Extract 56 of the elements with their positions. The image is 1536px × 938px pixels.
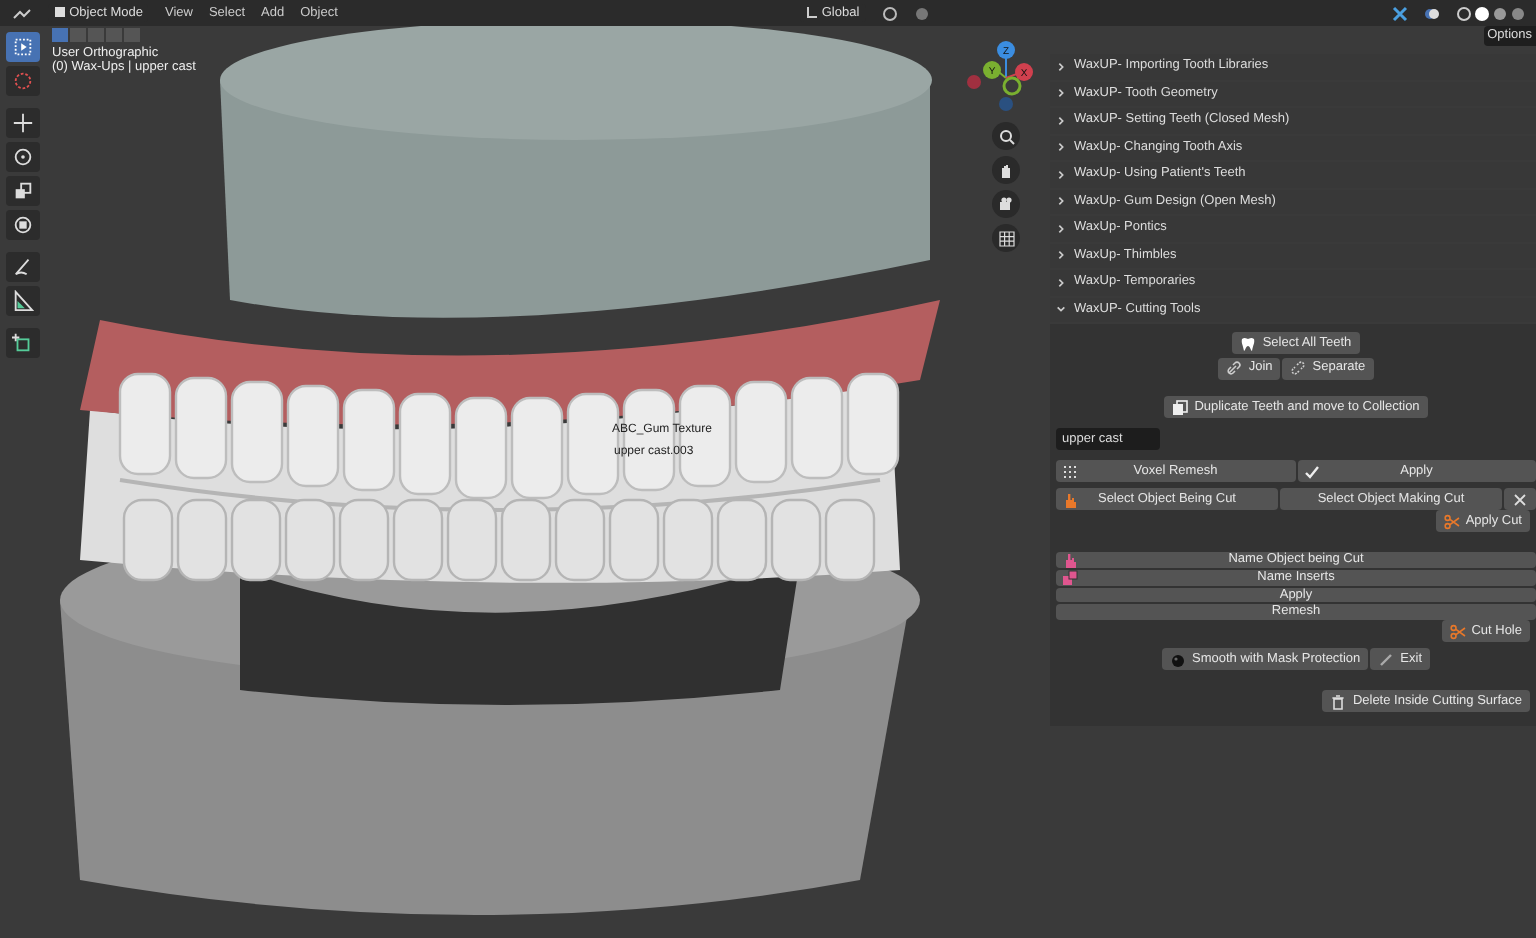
tooth-icon bbox=[1240, 335, 1257, 351]
camera-view-button[interactable] bbox=[992, 190, 1020, 218]
chevron-right-icon bbox=[1056, 196, 1066, 207]
zoom-button[interactable] bbox=[992, 122, 1020, 150]
rotate-tool-icon bbox=[11, 146, 33, 168]
broken-link-icon bbox=[1290, 360, 1307, 377]
overlay-toggle-icon bbox=[1424, 5, 1440, 21]
grid-icon bbox=[997, 229, 1015, 247]
checkmark-icon bbox=[1303, 463, 1319, 479]
hand-icon bbox=[997, 161, 1015, 179]
annotate-tool-icon bbox=[11, 256, 33, 278]
axes-icon bbox=[806, 6, 819, 19]
pointing-hand-icon bbox=[1062, 491, 1078, 508]
close-button[interactable] bbox=[1504, 488, 1536, 511]
move-tool-button[interactable] bbox=[5, 108, 39, 138]
shading-modes-icon bbox=[1456, 5, 1524, 21]
chain-link-icon bbox=[1226, 360, 1243, 377]
chevron-right-icon bbox=[1056, 88, 1066, 99]
trash-icon bbox=[1330, 693, 1347, 710]
cursor-tool-icon bbox=[11, 70, 33, 92]
scale-tool-button[interactable] bbox=[5, 176, 39, 206]
transform-tool-icon bbox=[11, 214, 33, 236]
move-tool-icon bbox=[11, 112, 33, 134]
close-icon bbox=[1512, 491, 1528, 508]
measure-tool-button[interactable] bbox=[5, 286, 39, 316]
scissors-icon bbox=[1449, 623, 1466, 640]
gizmo-toggle-icon bbox=[1392, 5, 1408, 21]
chevron-right-icon bbox=[1056, 142, 1066, 153]
sphere-icon bbox=[1169, 651, 1186, 668]
pan-button[interactable] bbox=[992, 156, 1020, 184]
chevron-right-icon bbox=[1056, 223, 1066, 234]
duplicate-icon bbox=[1172, 399, 1189, 416]
annotate-tool-button[interactable] bbox=[5, 252, 39, 282]
magnifier-icon bbox=[997, 127, 1015, 145]
object-cube-icon bbox=[54, 6, 66, 19]
select-box-tool-icon bbox=[11, 36, 33, 58]
scale-tool-icon bbox=[11, 180, 33, 202]
rotate-tool-button[interactable] bbox=[5, 142, 39, 172]
pointing-hand-icon bbox=[1062, 551, 1078, 568]
chevron-right-icon bbox=[1056, 115, 1066, 126]
scissors-icon bbox=[1443, 513, 1460, 530]
chevron-right-icon bbox=[1056, 250, 1066, 261]
chevron-right-icon bbox=[1056, 61, 1066, 72]
chevron-right-icon bbox=[1056, 277, 1066, 288]
chevron-down-icon bbox=[1056, 304, 1066, 315]
perspective-toggle-button[interactable] bbox=[992, 224, 1020, 252]
add-cube-tool-icon bbox=[11, 332, 33, 354]
editor-type-icon bbox=[12, 5, 32, 21]
camera-icon bbox=[997, 195, 1015, 213]
dot-grid-icon bbox=[1062, 463, 1078, 479]
add-cube-tool-button[interactable] bbox=[5, 328, 39, 358]
transform-tool-button[interactable] bbox=[5, 210, 39, 240]
chevron-right-icon bbox=[1056, 169, 1066, 180]
measure-tool-icon bbox=[11, 290, 33, 312]
squares-icon bbox=[1062, 569, 1078, 586]
select-box-tool-button[interactable] bbox=[5, 32, 39, 62]
